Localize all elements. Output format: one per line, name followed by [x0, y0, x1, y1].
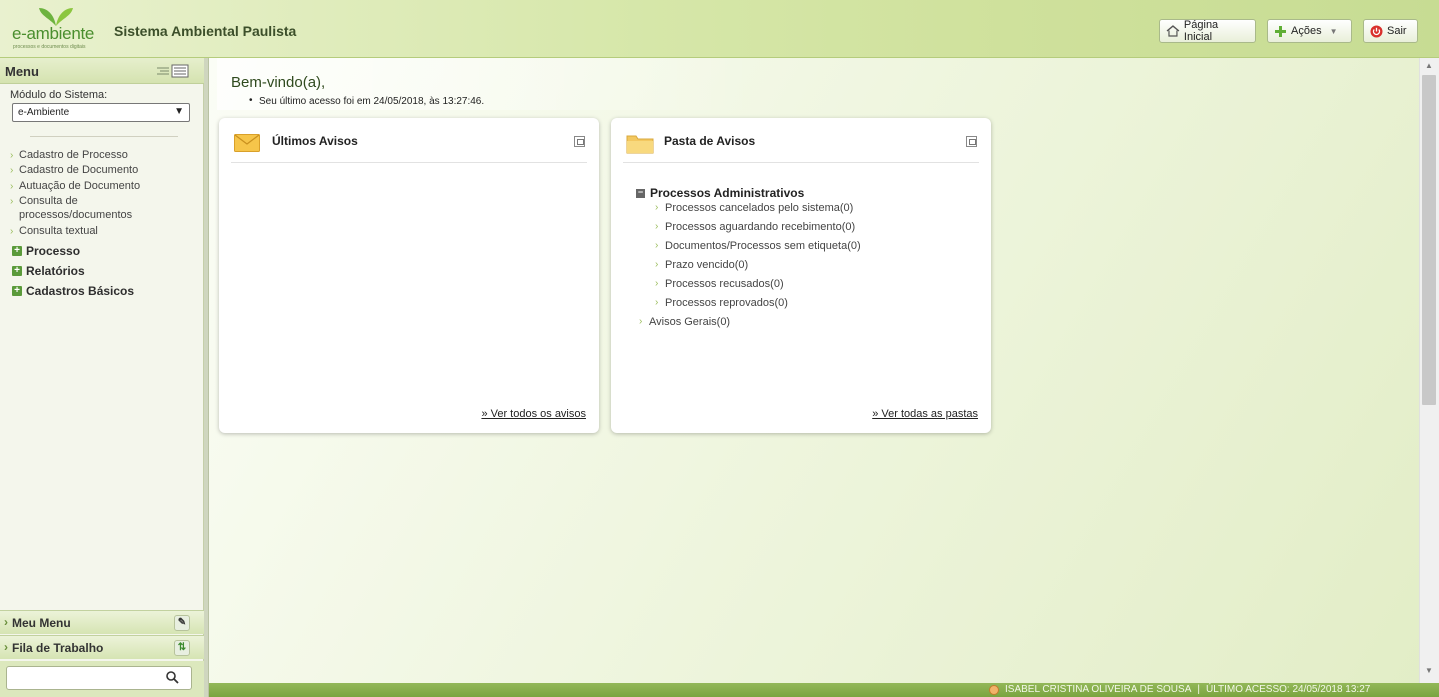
mail-icon	[234, 134, 260, 152]
divider	[30, 136, 178, 137]
scroll-down-icon[interactable]: ▼	[1425, 666, 1433, 675]
footer-user-name: ISABEL CRISTINA OLIVEIRA DE SOUSA	[1005, 684, 1192, 695]
tree-item[interactable]: Processos recusados(0)	[655, 278, 784, 290]
acoes-button[interactable]: Ações ▼	[1267, 19, 1352, 43]
tree-item[interactable]: Processos cancelados pelo sistema(0)	[655, 202, 853, 214]
fila-trabalho-bar[interactable]: Fila de Trabalho ⇅	[0, 635, 204, 659]
logo-brand: e-ambiente	[12, 24, 95, 43]
status-footer: ISABEL CRISTINA OLIVEIRA DE SOUSA | ÚLTI…	[209, 683, 1439, 697]
expand-icon: +	[12, 286, 22, 296]
sair-label: Sair	[1387, 25, 1407, 37]
footer-separator: |	[1197, 684, 1200, 695]
sidebar-item-cadastro-documento[interactable]: Cadastro de Documento	[10, 164, 138, 177]
sidebar-group-cadastros-basicos[interactable]: + Cadastros Básicos	[12, 284, 134, 298]
main-content: Bem-vindo(a), Seu último acesso foi em 2…	[209, 58, 1439, 683]
wrench-icon[interactable]: ✎	[174, 615, 190, 631]
sidebar-group-relatorios[interactable]: + Relatórios	[12, 264, 85, 278]
ver-todos-avisos-link[interactable]: » Ver todos os avisos	[481, 408, 586, 420]
module-select[interactable]: e-Ambiente ▼	[12, 103, 190, 122]
footer-last-access: ÚLTIMO ACESSO: 24/05/2018 13:27	[1205, 684, 1371, 695]
module-label: Módulo do Sistema:	[10, 89, 108, 101]
vertical-scrollbar[interactable]: ▲ ▼	[1419, 58, 1439, 683]
app-header: e-ambiente processos e documentos digita…	[0, 0, 1439, 58]
leaf-logo-icon	[39, 8, 73, 26]
collapse-icon: −	[636, 186, 645, 198]
module-selected-value: e-Ambiente	[18, 107, 70, 118]
acoes-label: Ações	[1291, 25, 1322, 37]
panel-title: Pasta de Avisos	[664, 134, 756, 148]
system-title: Sistema Ambiental Paulista	[114, 23, 297, 39]
chevron-down-icon: ▼	[174, 106, 184, 117]
welcome-title: Bem-vindo(a),	[231, 74, 326, 91]
logo[interactable]: e-ambiente processos e documentos digita…	[12, 6, 107, 50]
home-label: Página Inicial	[1183, 19, 1219, 43]
ultimos-avisos-panel: Últimos Avisos » Ver todos os avisos	[219, 118, 599, 433]
group-label: Cadastros Básicos	[26, 284, 135, 298]
sidebar-item-cadastro-processo[interactable]: Cadastro de Processo	[10, 149, 128, 162]
group-label: Processo	[26, 244, 81, 258]
sidebar-item-consulta-processos-cont[interactable]: processos/documentos	[19, 209, 132, 222]
scroll-up-icon[interactable]: ▲	[1425, 61, 1433, 70]
sidebar-item-consulta-processos[interactable]: Consulta de	[10, 195, 78, 208]
user-icon	[989, 684, 999, 695]
ver-todas-pastas-link[interactable]: » Ver todas as pastas	[872, 408, 978, 420]
tree-item-avisos-gerais[interactable]: Avisos Gerais(0)	[639, 316, 730, 328]
tree-item[interactable]: Documentos/Processos sem etiqueta(0)	[655, 240, 861, 252]
group-label: Relatórios	[26, 264, 85, 278]
pasta-avisos-panel: Pasta de Avisos − Processos Administrati…	[611, 118, 991, 433]
refresh-icon[interactable]: ⇅	[174, 640, 190, 656]
divider	[623, 162, 979, 163]
tree-item[interactable]: Prazo vencido(0)	[655, 259, 748, 271]
sidebar-search-input[interactable]	[6, 666, 192, 690]
footer-user-info: ISABEL CRISTINA OLIVEIRA DE SOUSA | ÚLTI…	[989, 684, 1370, 695]
panel-title: Últimos Avisos	[272, 134, 358, 148]
maximize-icon[interactable]	[966, 136, 977, 147]
power-icon	[1370, 25, 1383, 37]
maximize-icon[interactable]	[574, 136, 585, 147]
expand-icon: +	[12, 246, 22, 256]
meu-menu-bar[interactable]: Meu Menu ✎	[0, 610, 204, 634]
tree-group-processos-administrativos[interactable]: − Processos Administrativos	[636, 186, 804, 200]
sidebar-item-autuacao-documento[interactable]: Autuação de Documento	[10, 180, 140, 193]
tree-group-label: Processos Administrativos	[650, 186, 805, 200]
home-icon	[1166, 25, 1180, 37]
menu-label: Menu	[5, 64, 39, 79]
folder-icon	[626, 135, 654, 154]
home-button[interactable]: Página Inicial	[1159, 19, 1256, 43]
sidebar-search-area	[0, 661, 204, 697]
plus-icon	[1275, 25, 1286, 37]
scroll-thumb[interactable]	[1422, 75, 1436, 405]
tree-item[interactable]: Processos aguardando recebimento(0)	[655, 221, 855, 233]
meu-menu-label: Meu Menu	[12, 616, 71, 630]
logo-tagline: processos e documentos digitais	[13, 44, 86, 50]
sidebar: Menu Módulo do Sistema: e-Ambiente ▼ Cad…	[0, 58, 204, 697]
divider	[231, 162, 587, 163]
sidebar-group-processo[interactable]: + Processo	[12, 244, 80, 258]
chevron-down-icon: ▼	[1329, 26, 1338, 36]
sidebar-item-consulta-textual[interactable]: Consulta textual	[10, 225, 98, 238]
search-icon[interactable]	[166, 671, 179, 684]
list-toggle-icon[interactable]	[155, 64, 189, 78]
sair-button[interactable]: Sair	[1363, 19, 1418, 43]
fila-trabalho-label: Fila de Trabalho	[12, 641, 104, 655]
menu-header[interactable]: Menu	[0, 58, 204, 84]
last-access-text: Seu último acesso foi em 24/05/2018, às …	[249, 95, 484, 107]
tree-item[interactable]: Processos reprovados(0)	[655, 297, 788, 309]
expand-icon: +	[12, 266, 22, 276]
